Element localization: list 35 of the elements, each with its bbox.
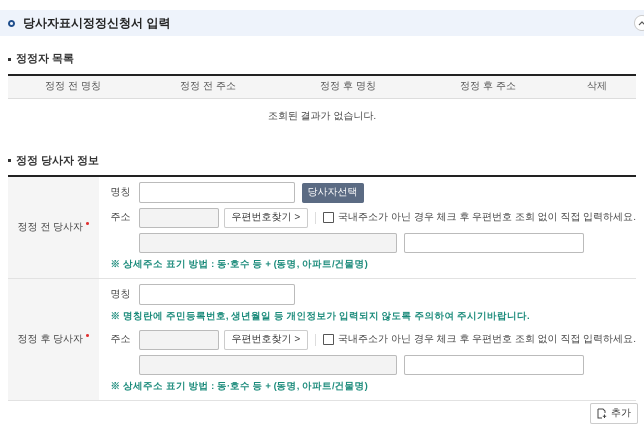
- select-party-button[interactable]: 당사자선택: [302, 182, 364, 202]
- column-header: 정정 후 명칭: [319, 80, 377, 94]
- field-label: 주소: [110, 211, 132, 225]
- checkbox[interactable]: [323, 334, 334, 345]
- section-title: 정정 당사자 정보: [16, 154, 100, 168]
- column-header: 정정 후 주소: [459, 80, 517, 94]
- column-header: 삭제: [586, 80, 608, 94]
- column-header: 정정 전 명칭: [44, 80, 102, 94]
- empty-message: 조회된 결과가 없습니다.: [268, 110, 376, 124]
- zip-search-button[interactable]: 우편번호찾기 >: [224, 330, 308, 350]
- add-button[interactable]: 추가: [590, 403, 638, 424]
- guide-note: ※ 명칭란에 주민등록번호, 생년월일 등 개인정보가 입력되지 않도록 주의하여 주시기바랍니다.: [110, 310, 531, 324]
- name-field[interactable]: [138, 284, 295, 305]
- checkbox-label: 국내주소가 아닌 경우 체크 후 우편번호 조회 없이 직접 입력하세요.: [338, 333, 636, 347]
- bullet-icon: [8, 20, 15, 26]
- detail-address-field[interactable]: [404, 232, 584, 252]
- guide-note: ※ 상세주소 표기 방법 : 동·호수 등 + (동명, 아파트/건물명): [110, 258, 369, 272]
- chevron-up-icon: [638, 20, 644, 26]
- document-plus-icon: [597, 408, 607, 419]
- field-label: 명칭: [110, 288, 132, 302]
- detail-address-field[interactable]: [404, 354, 584, 374]
- checkbox-label: 국내주소가 아닌 경우 체크 후 우편번호 조회 없이 직접 입력하세요.: [338, 211, 636, 225]
- zip-search-button[interactable]: 우편번호찾기 >: [224, 208, 308, 228]
- guide-note: ※ 상세주소 표기 방법 : 동·호수 등 + (동명, 아파트/건물명): [110, 380, 369, 394]
- name-field[interactable]: [138, 182, 295, 203]
- row-label: 정정 전 당사자: [18, 221, 84, 235]
- row-label: 정정 후 당사자: [18, 333, 84, 347]
- bullet-icon: [8, 159, 11, 162]
- field-label: 주소: [110, 333, 132, 347]
- column-header: 정정 전 주소: [179, 80, 237, 94]
- field-label: 명칭: [110, 186, 132, 200]
- section-title: 정정자 목록: [16, 52, 74, 67]
- panel-title: 당사자표시정정신청서 입력: [23, 15, 170, 32]
- bullet-icon: [8, 58, 11, 61]
- checkbox[interactable]: [323, 212, 334, 223]
